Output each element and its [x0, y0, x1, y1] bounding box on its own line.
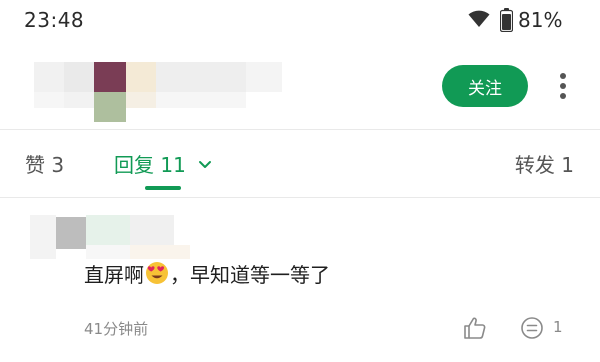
comment-text: 直屏啊 ，早知道等一等了	[84, 259, 330, 288]
battery-icon	[500, 8, 513, 32]
wifi-icon	[468, 10, 490, 27]
status-time: 23:48	[24, 8, 85, 32]
blurred-commenter-avatar[interactable]	[30, 215, 190, 259]
follow-button[interactable]: 关注	[442, 65, 528, 107]
comment-text-start: 直屏啊	[84, 263, 144, 287]
tab-replies[interactable]: 回复 11	[114, 149, 212, 178]
blurred-profile-avatar[interactable]	[34, 62, 282, 126]
tab-likes[interactable]: 赞 3	[25, 149, 64, 178]
reply-count: 1	[553, 318, 563, 336]
comment-timestamp: 41分钟前	[84, 320, 149, 338]
comment-text-end: ，早知道等一等了	[170, 263, 330, 287]
active-tab-indicator	[145, 186, 181, 190]
chevron-down-icon	[199, 161, 212, 168]
heart-eyes-emoji-icon	[146, 262, 168, 284]
tabs-divider	[0, 197, 600, 198]
more-options-icon[interactable]	[553, 70, 573, 102]
header-divider	[0, 129, 600, 130]
reply-comment-icon[interactable]	[520, 316, 546, 340]
battery-percentage: 81%	[518, 8, 563, 32]
tab-reposts[interactable]: 转发 1	[515, 149, 574, 178]
thumbs-up-icon[interactable]	[462, 315, 488, 341]
tab-replies-label: 回复 11	[114, 153, 186, 177]
